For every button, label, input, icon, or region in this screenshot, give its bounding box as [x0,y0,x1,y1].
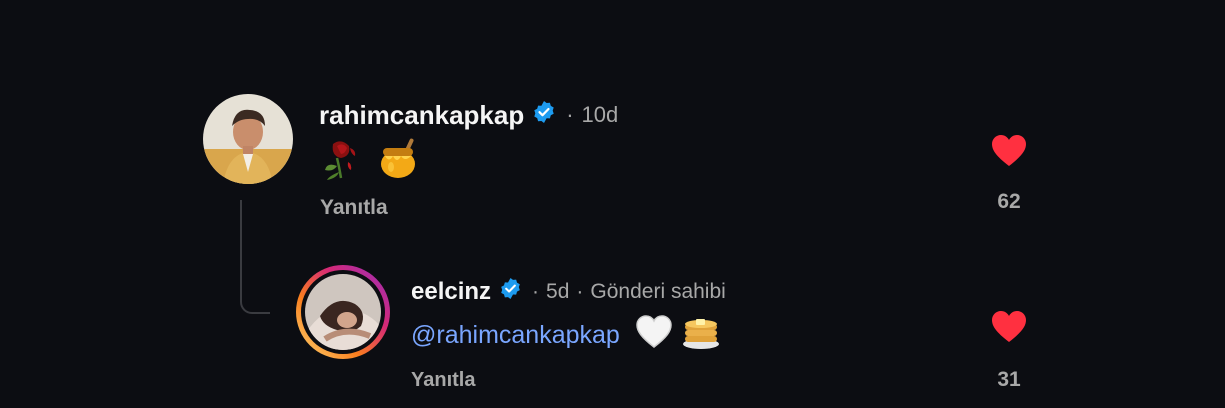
white-heart-icon [636,314,672,356]
reply-button[interactable]: Yanıtla [411,369,475,392]
comment-age: 5d [546,280,570,303]
wilted-rose-icon [319,136,363,185]
like-group: 62 [979,135,1039,214]
separator-dot: · [566,102,574,127]
verified-badge-icon [499,277,522,307]
like-count: 62 [997,190,1021,213]
avatar[interactable] [203,94,293,184]
comment-header: rahimcankapkap · 10d [319,99,618,131]
comment-text [319,138,421,182]
like-count: 31 [997,368,1021,391]
heart-icon[interactable] [991,135,1027,172]
comment-header: eelcinz · 5d · Gönderi sahibi [411,277,726,307]
heart-icon[interactable] [991,311,1027,348]
reply-button[interactable]: Yanıtla [320,196,388,220]
honey-pot-icon [377,136,421,185]
separator-dot: · [576,280,584,303]
verified-badge-icon [532,100,556,131]
separator-dot: · [532,280,540,303]
comment-age: 10d [581,102,619,127]
comment-text: @rahimcankapkap [411,314,720,357]
post-owner-label: Gönderi sahibi [590,280,726,303]
username[interactable]: eelcinz [411,278,491,306]
like-group: 31 [979,311,1039,392]
mention-link[interactable]: @rahimcankapkap [411,321,620,350]
thread-connector-line [240,200,270,314]
avatar-story-ring[interactable] [295,264,391,360]
pancakes-icon [682,314,720,357]
username[interactable]: rahimcankapkap [319,100,524,131]
